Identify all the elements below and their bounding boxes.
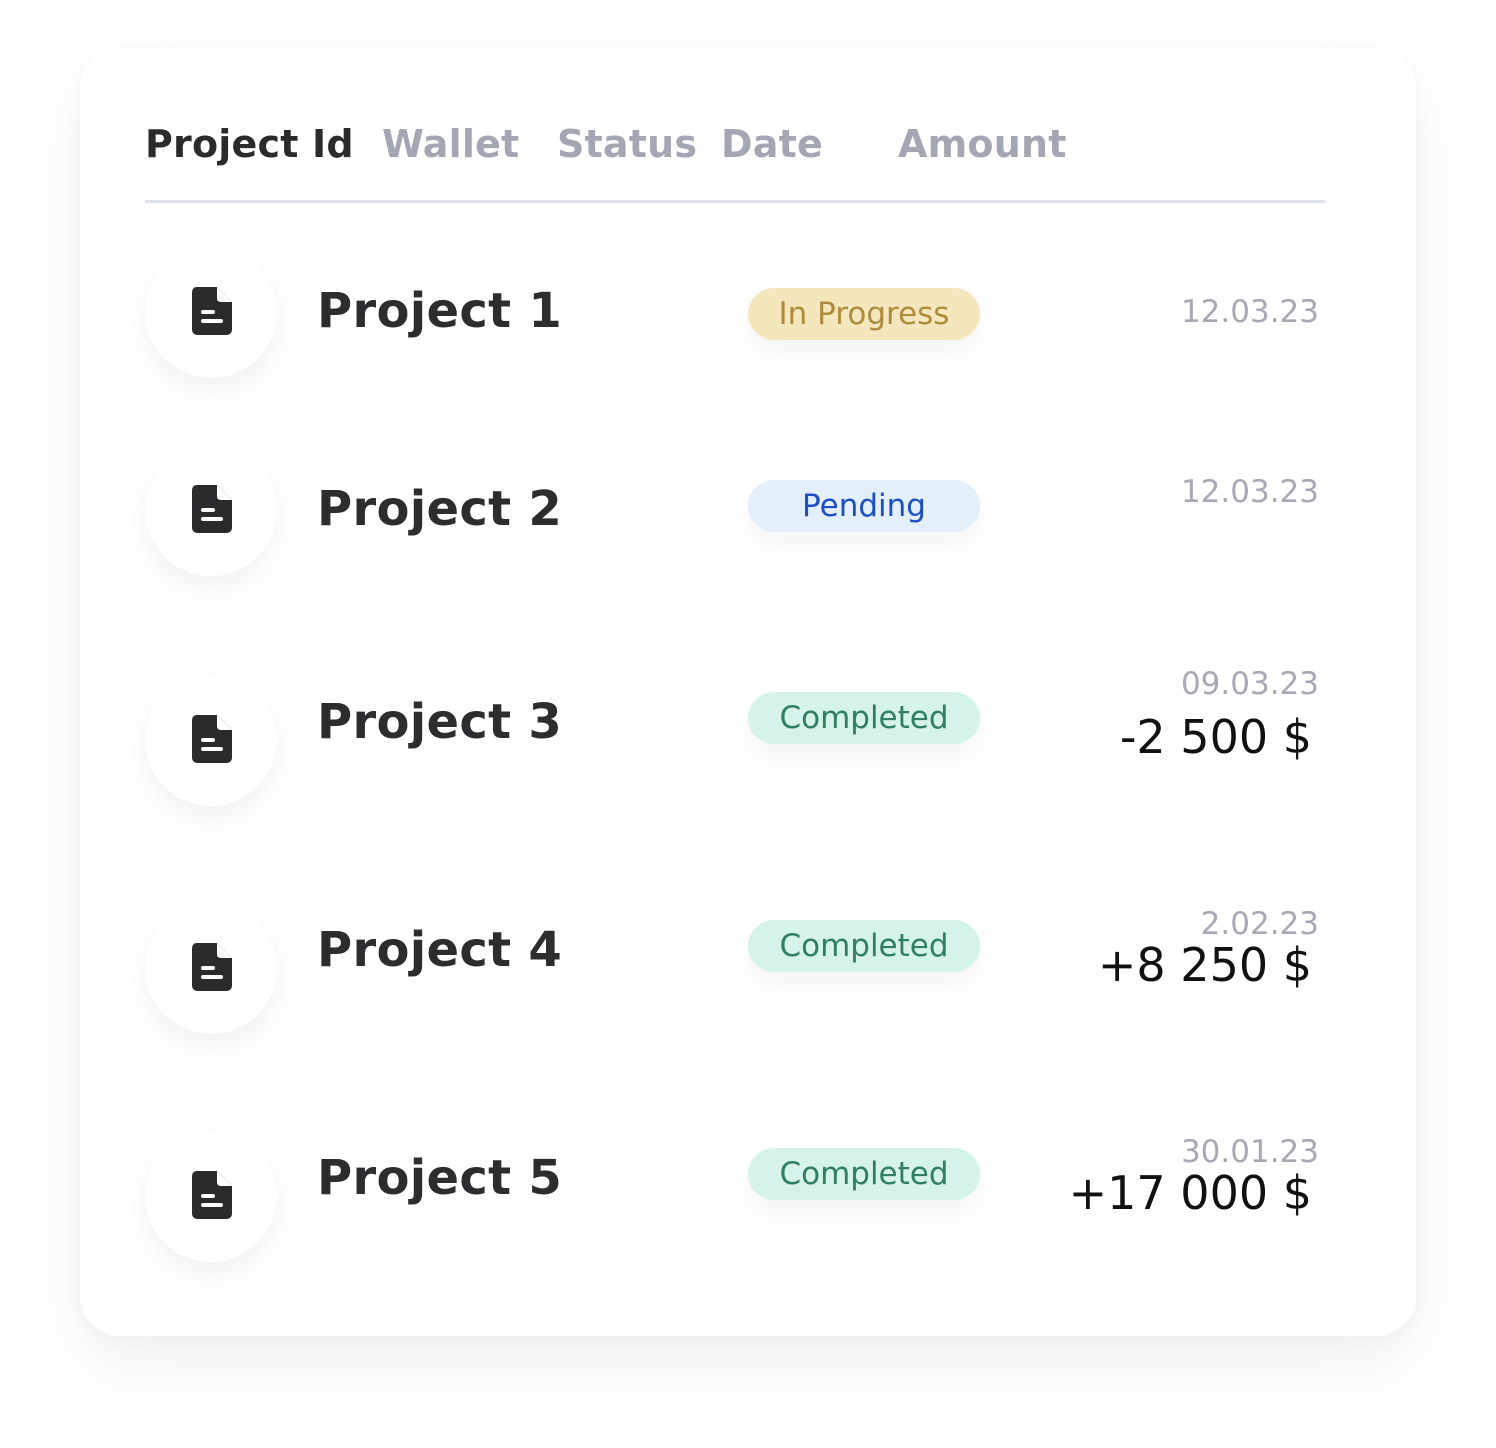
project-name[interactable]: Project 1 bbox=[317, 283, 562, 339]
row-amount: +8 250 $ bbox=[1097, 938, 1312, 992]
document-icon-badge bbox=[145, 1130, 277, 1262]
header-amount[interactable]: Amount bbox=[898, 122, 1067, 166]
status-badge: Completed bbox=[748, 920, 980, 972]
project-name[interactable]: Project 2 bbox=[317, 481, 562, 537]
document-icon-badge bbox=[145, 902, 277, 1034]
row-amount: -2 500 $ bbox=[1119, 710, 1312, 764]
table-row[interactable]: Project 5 Completed 30.01.23 +17 000 $ bbox=[0, 0, 1496, 1262]
document-icon bbox=[192, 943, 232, 991]
status-badge: In Progress bbox=[748, 288, 980, 340]
row-amount: +17 000 $ bbox=[1068, 1166, 1312, 1220]
document-icon bbox=[192, 1171, 232, 1219]
document-icon-badge bbox=[145, 444, 277, 576]
status-badge: Pending bbox=[748, 480, 980, 532]
status-badge: Completed bbox=[748, 1148, 980, 1200]
header-wallet[interactable]: Wallet bbox=[382, 122, 519, 166]
project-name[interactable]: Project 5 bbox=[317, 1150, 562, 1206]
header-date[interactable]: Date bbox=[721, 122, 823, 166]
row-date: 30.01.23 bbox=[1180, 1134, 1319, 1170]
document-icon-badge bbox=[145, 674, 277, 806]
row-date: 2.02.23 bbox=[1200, 906, 1319, 942]
status-badge: Completed bbox=[748, 692, 980, 744]
document-icon bbox=[192, 485, 232, 533]
header-status[interactable]: Status bbox=[557, 122, 697, 166]
document-icon-badge bbox=[145, 246, 277, 378]
document-icon bbox=[192, 287, 232, 335]
document-icon bbox=[192, 715, 232, 763]
row-date: 12.03.23 bbox=[1180, 294, 1319, 330]
header-divider bbox=[145, 200, 1325, 203]
header-project-id[interactable]: Project Id bbox=[145, 122, 354, 166]
project-name[interactable]: Project 3 bbox=[317, 694, 562, 750]
row-date: 12.03.23 bbox=[1180, 474, 1319, 510]
row-date: 09.03.23 bbox=[1180, 666, 1319, 702]
project-name[interactable]: Project 4 bbox=[317, 922, 562, 978]
